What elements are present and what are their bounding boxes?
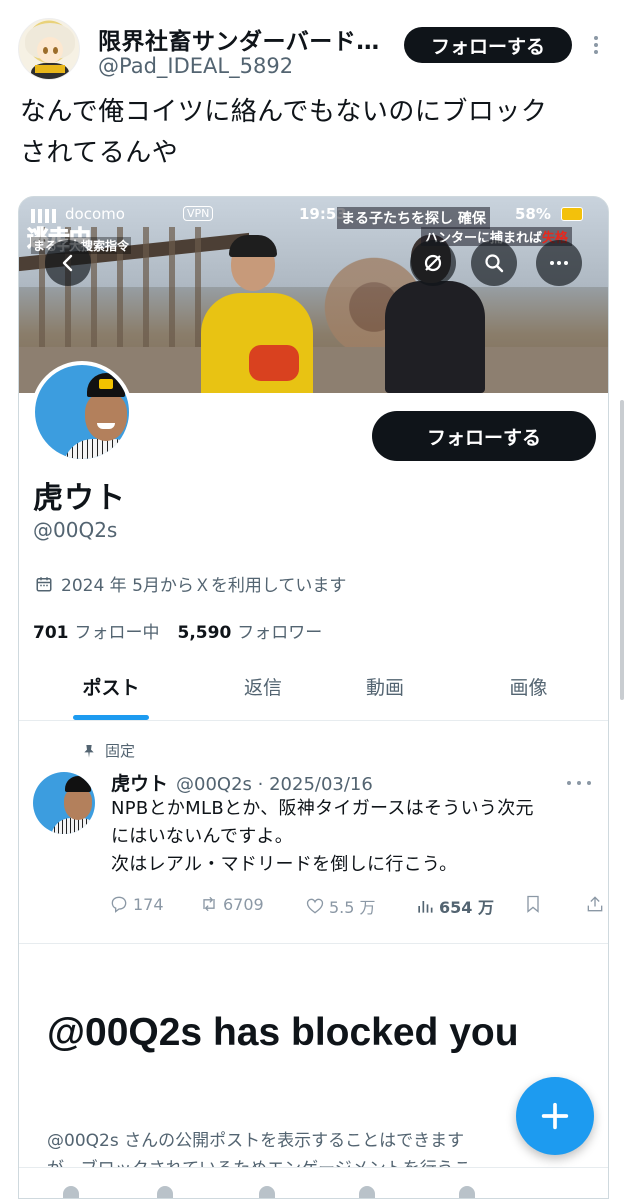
tab-videos[interactable]: 動画	[323, 652, 447, 721]
joined-text: 2024 年 5月からＸを利用しています	[61, 576, 347, 596]
blocked-title: @00Q2s has blocked you	[47, 1011, 519, 1054]
post-meta: @00Q2s · 2025/03/16	[176, 774, 373, 795]
post-line: 次はレアル・マドリードを倒しに行こう。	[111, 854, 458, 875]
post-avatar[interactable]	[33, 772, 95, 834]
views-action[interactable]: 654 万	[415, 894, 494, 918]
followers-label: フォロワー	[237, 623, 323, 643]
banner-caption-1: まる子たちを探し 確保	[337, 207, 490, 229]
tweet-text-line: なんで俺コイツに絡んでもないのにブロック	[20, 97, 548, 127]
scrollbar-thumb[interactable]	[620, 400, 624, 700]
pinned-label: 固定	[81, 740, 135, 761]
search-icon[interactable]	[471, 240, 517, 286]
author-avatar[interactable]	[18, 18, 80, 80]
profile-tabs: ポスト 返信 動画 画像	[19, 652, 608, 721]
compose-plus-icon[interactable]	[516, 1077, 594, 1155]
heart-icon	[306, 898, 324, 914]
like-count: 5.5 万	[329, 898, 376, 917]
tweet-text-line: されてるんや	[20, 138, 179, 168]
profile-follow-button[interactable]: フォローする	[372, 411, 596, 461]
author-handle[interactable]: @Pad_IDEAL_5892	[98, 54, 293, 78]
post-actions: 174 6709 5.5 万 654 万	[109, 894, 603, 918]
banner-person-yellow	[197, 235, 315, 393]
followers-stat[interactable]: 5,590 フォロワー	[178, 618, 323, 643]
following-label: フォロー中	[74, 623, 160, 643]
like-action[interactable]: 5.5 万	[305, 894, 376, 918]
share-icon[interactable]	[585, 894, 605, 914]
view-count: 654 万	[439, 898, 494, 917]
notifications-icon[interactable]	[459, 1186, 475, 1198]
back-arrow-icon[interactable]	[45, 240, 91, 286]
author-name[interactable]: 限界社畜サンダーバード…	[98, 22, 398, 56]
reply-count: 174	[133, 894, 164, 914]
following-count: 701	[33, 623, 69, 643]
tab-replies[interactable]: 返信	[203, 652, 323, 721]
tab-images[interactable]: 画像	[447, 652, 608, 721]
tweet-text: なんで俺コイツに絡んでもないのにブロック されてるんや	[20, 92, 610, 174]
profile-handle: @00Q2s	[33, 518, 118, 542]
pinned-text: 固定	[105, 742, 136, 760]
post-header: 虎ウト @00Q2s · 2025/03/16	[111, 769, 373, 796]
calendar-icon	[36, 576, 52, 591]
battery-icon	[561, 207, 583, 221]
people-icon[interactable]	[359, 1186, 375, 1198]
bookmark-icon[interactable]	[523, 894, 543, 914]
post-author[interactable]: 虎ウト	[111, 773, 168, 795]
profile-stats: 701 フォロー中 5,590 フォロワー	[33, 618, 322, 643]
profile-display-name: 虎ウト	[33, 481, 126, 516]
repost-count: 6709	[223, 894, 264, 914]
follow-button[interactable]: フォローする	[404, 27, 572, 63]
post-body: NPBとかMLBとか、阪神タイガースはそういう次元 にはいないんですよ。 次はレ…	[111, 795, 601, 879]
home-icon[interactable]	[63, 1186, 79, 1198]
attached-screenshot[interactable]: docomo VPN 19:53 58% 逃走中 まる子大捜索指令 まる子たちを…	[18, 196, 609, 1199]
battery-percent: 58%	[515, 205, 551, 223]
post-line: NPBとかMLBとか、阪神タイガースはそういう次元	[111, 798, 534, 819]
blocked-description: @00Q2s さんの公開ポストを表示することはできます が、ブロックされているた…	[47, 1127, 567, 1167]
active-tab-indicator	[73, 715, 149, 720]
blocked-desc-line: が、ブロックされているためエンゲージメントを行うこ	[47, 1155, 567, 1167]
tweet-header: 限界社畜サンダーバード… @Pad_IDEAL_5892 フォローする	[0, 0, 624, 90]
grok-icon[interactable]	[410, 240, 456, 286]
pin-icon	[84, 744, 94, 758]
vpn-badge: VPN	[183, 206, 214, 221]
profile-banner: docomo VPN 19:53 58% 逃走中 まる子大捜索指令 まる子たちを…	[19, 197, 608, 393]
status-bar: docomo VPN 19:53 58%	[31, 205, 601, 225]
repost-icon	[203, 896, 215, 912]
profile-avatar[interactable]	[31, 361, 133, 463]
bottom-nav-bar	[19, 1167, 608, 1198]
repost-action[interactable]: 6709	[199, 894, 264, 914]
following-stat[interactable]: 701 フォロー中	[33, 618, 160, 643]
post-more-icon[interactable]	[567, 781, 591, 785]
post-line: にはいないんですよ。	[111, 826, 294, 847]
followers-count: 5,590	[177, 623, 232, 643]
grok-tab-icon[interactable]	[259, 1186, 275, 1198]
divider	[19, 943, 608, 944]
blocked-desc-line: @00Q2s さんの公開ポストを表示することはできます	[47, 1131, 465, 1151]
reply-icon	[111, 896, 127, 913]
views-icon	[418, 901, 433, 913]
reply-action[interactable]: 174	[109, 894, 164, 914]
more-options-icon[interactable]	[588, 32, 604, 58]
more-icon[interactable]	[536, 240, 582, 286]
profile-joined: 2024 年 5月からＸを利用しています	[35, 571, 346, 596]
tab-posts[interactable]: ポスト	[19, 652, 203, 721]
search-tab-icon[interactable]	[157, 1186, 173, 1198]
